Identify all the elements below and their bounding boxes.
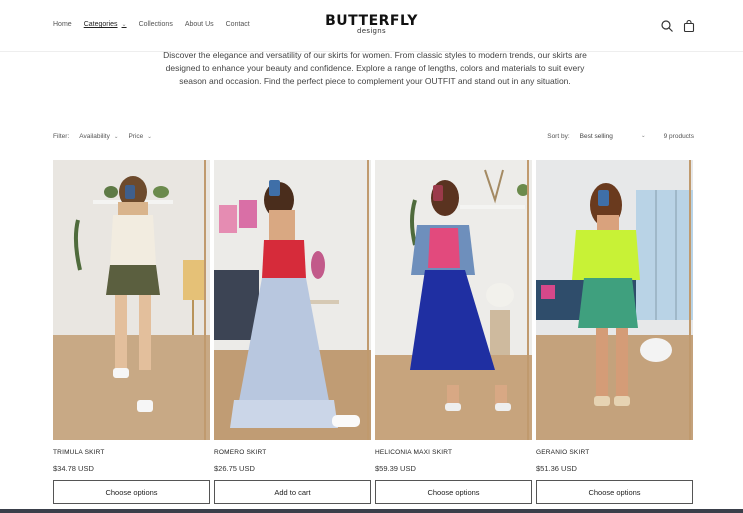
sort-label: Sort by: — [547, 133, 570, 140]
product-card: HELICONIA MAXI SKIRT $59.39 USD Choose o… — [375, 160, 532, 504]
product-name[interactable]: GERANIO SKIRT — [536, 449, 693, 456]
filter-label: Filter: — [53, 133, 70, 140]
product-image[interactable] — [214, 160, 371, 440]
filter-availability-dropdown[interactable]: Availability ⌄ — [79, 133, 118, 140]
filter-bar: Filter: Availability ⌄ Price ⌄ — [53, 133, 152, 140]
sort-bar: Sort by: Best selling ⌄ 9 products — [547, 133, 694, 140]
cart-icon[interactable] — [682, 19, 696, 33]
product-card: TRIMULA SKIRT $34.78 USD Choose options — [53, 160, 210, 504]
product-card: ROMERO SKIRT $26.75 USD Add to cart — [214, 160, 371, 504]
add-to-cart-button[interactable]: Add to cart — [214, 480, 371, 504]
choose-options-button[interactable]: Choose options — [536, 480, 693, 504]
sort-value: Best selling — [579, 133, 613, 140]
product-price: $59.39 USD — [375, 464, 416, 473]
site-logo[interactable]: BUTTERFLY designs — [0, 13, 743, 35]
product-price: $51.36 USD — [536, 464, 577, 473]
product-image[interactable] — [536, 160, 693, 440]
product-price: $26.75 USD — [214, 464, 255, 473]
product-count: 9 products — [663, 133, 694, 140]
bottom-edge-bar — [0, 509, 743, 513]
sort-select[interactable]: Best selling ⌄ — [580, 133, 646, 140]
product-name[interactable]: ROMERO SKIRT — [214, 449, 371, 456]
filter-price-dropdown[interactable]: Price ⌄ — [128, 133, 151, 140]
product-card: GERANIO SKIRT $51.36 USD Choose options — [536, 160, 693, 504]
product-name[interactable]: TRIMULA SKIRT — [53, 449, 210, 456]
collection-description: Discover the elegance and versatility of… — [163, 50, 587, 86]
chevron-down-icon: ⌄ — [641, 133, 646, 139]
product-price: $34.78 USD — [53, 464, 94, 473]
search-icon[interactable] — [660, 19, 674, 33]
choose-options-button[interactable]: Choose options — [375, 480, 532, 504]
product-image[interactable] — [375, 160, 532, 440]
site-header: Home Categories ⌄ Collections About Us Co… — [0, 0, 743, 52]
product-name[interactable]: HELICONIA MAXI SKIRT — [375, 449, 532, 456]
chevron-down-icon: ⌄ — [147, 133, 152, 140]
chevron-down-icon: ⌄ — [113, 133, 119, 140]
choose-options-button[interactable]: Choose options — [53, 480, 210, 504]
filter-availability-label: Availability — [79, 133, 110, 140]
product-image[interactable] — [53, 160, 210, 440]
filter-price-label: Price — [128, 133, 144, 140]
logo-subtitle: designs — [357, 27, 386, 35]
